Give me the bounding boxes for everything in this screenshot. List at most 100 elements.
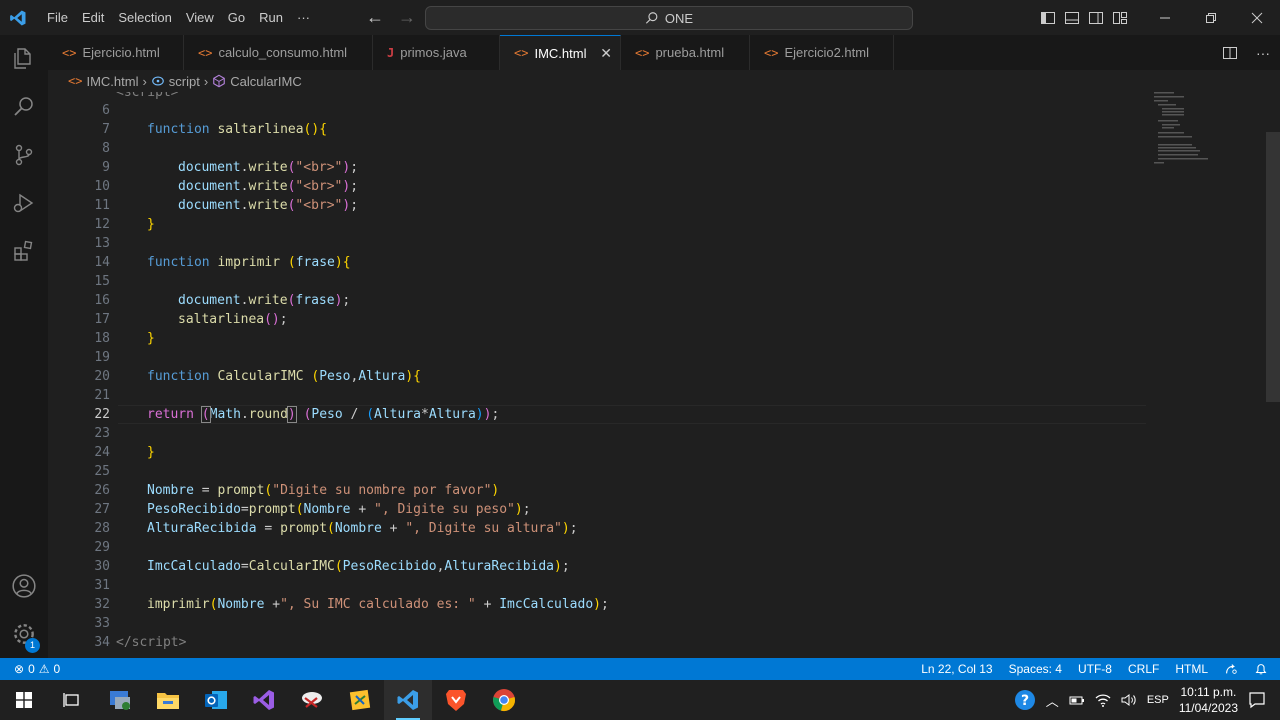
vertical-scrollbar[interactable] [1266, 132, 1280, 402]
encoding[interactable]: UTF-8 [1078, 662, 1112, 676]
tab-imc[interactable]: <> IMC.html ✕ [500, 35, 621, 70]
menu-file[interactable]: File [40, 0, 75, 35]
code-line-12: } [147, 217, 155, 232]
line-number: 7 [102, 122, 110, 137]
breadcrumb-function[interactable]: CalcularIMC [230, 74, 302, 89]
task-view-icon[interactable] [48, 680, 96, 720]
code-line-28: AlturaRecibida = prompt(Nombre + ", Digi… [147, 521, 578, 536]
line-number: 25 [94, 464, 110, 479]
menu-run[interactable]: Run [252, 0, 290, 35]
extensions-icon[interactable] [0, 227, 48, 275]
accounts-icon[interactable] [0, 562, 48, 610]
cursor-position[interactable]: Ln 22, Col 13 [921, 662, 992, 676]
warning-icon: ⚠ [38, 662, 50, 676]
code-line-16: document.write(frase); [178, 293, 351, 308]
tab-label: prueba.html [655, 45, 725, 60]
menu-view[interactable]: View [179, 0, 221, 35]
windows-start-icon[interactable] [0, 680, 48, 720]
outlook-icon[interactable] [192, 680, 240, 720]
java-file-icon: J [387, 45, 395, 60]
chrome-icon[interactable] [480, 680, 528, 720]
code-line-5: <script> [116, 92, 179, 100]
feedback-icon[interactable] [1224, 662, 1238, 676]
line-number: 22 [94, 407, 110, 422]
file-explorer-icon[interactable] [144, 680, 192, 720]
customize-layout-icon[interactable] [1112, 10, 1128, 26]
tab-label: IMC.html [534, 45, 587, 61]
command-center-search[interactable]: ONE [425, 6, 913, 30]
toggle-secondary-sidebar-icon[interactable] [1088, 10, 1104, 26]
minimap[interactable] [1146, 92, 1266, 658]
close-window-icon[interactable] [1234, 0, 1280, 35]
notification-center-icon[interactable] [1248, 691, 1266, 709]
notifications-bell-icon[interactable] [1254, 662, 1268, 676]
explorer-icon[interactable] [0, 35, 48, 83]
toggle-primary-sidebar-icon[interactable] [1040, 10, 1056, 26]
tab-ejercicio[interactable]: <> Ejercicio.html [48, 35, 184, 70]
run-and-debug-icon[interactable] [0, 179, 48, 227]
split-editor-icon[interactable] [1222, 45, 1238, 61]
input-language[interactable]: ESP [1147, 694, 1169, 706]
menu-more[interactable]: ··· [290, 0, 317, 35]
chevron-up-icon[interactable]: ︿ [1046, 691, 1059, 710]
sticky-tool-icon[interactable] [336, 680, 384, 720]
error-count: 0 [28, 662, 35, 676]
clock-date: 11/04/2023 [1178, 701, 1238, 715]
line-number: 17 [94, 312, 110, 327]
html-file-icon: <> [68, 74, 83, 88]
visual-studio-icon[interactable] [240, 680, 288, 720]
brave-browser-icon[interactable] [432, 680, 480, 720]
symbol-method-icon [213, 74, 226, 88]
line-number: 11 [94, 198, 110, 213]
menu-go[interactable]: Go [221, 0, 252, 35]
tab-primos[interactable]: Jprimos.java [373, 35, 500, 70]
code-line-7: function saltarlinea(){ [147, 122, 328, 137]
snipping-tool-icon[interactable] [288, 680, 336, 720]
code-line-34: </script> [116, 635, 187, 650]
more-actions-icon[interactable]: ··· [1256, 45, 1270, 61]
svg-text:?: ? [1021, 693, 1029, 709]
breadcrumb-script[interactable]: script [169, 74, 200, 89]
indentation[interactable]: Spaces: 4 [1009, 662, 1062, 676]
manage-gear-icon[interactable]: 1 [0, 610, 48, 658]
menu-bar: File Edit Selection View Go Run ··· [40, 0, 317, 35]
code-editor[interactable]: 6 7 8 9 10 11 12 13 14 15 16 17 18 19 20 21 22 23 24 25 26 27… [48, 92, 1280, 658]
line-number: 31 [94, 578, 110, 593]
activity-bar: 1 [0, 35, 48, 658]
language-mode[interactable]: HTML [1175, 662, 1208, 676]
toggle-panel-icon[interactable] [1064, 10, 1080, 26]
close-tab-icon[interactable]: ✕ [600, 45, 612, 62]
wifi-icon[interactable] [1095, 693, 1111, 707]
breadcrumb-file[interactable]: IMC.html [86, 74, 138, 89]
tab-ejercicio2[interactable]: <> Ejercicio2.html [750, 35, 894, 70]
end-of-line[interactable]: CRLF [1128, 662, 1159, 676]
remote-desktop-icon[interactable] [96, 680, 144, 720]
system-tray: ? ︿ ESP 10:11 p.m. 11/04/2023 [1014, 680, 1280, 720]
breadcrumb: <> IMC.html › script › CalcularIMC [48, 70, 1280, 92]
help-icon[interactable]: ? [1014, 689, 1036, 711]
chevron-right-icon: › [142, 73, 147, 89]
search-icon[interactable] [0, 83, 48, 131]
line-number: 26 [94, 483, 110, 498]
menu-selection[interactable]: Selection [111, 0, 178, 35]
line-number: 19 [94, 350, 110, 365]
tab-prueba[interactable]: <> prueba.html [621, 35, 750, 70]
problems-indicator[interactable]: ⊗ 0 ⚠ 0 [0, 662, 60, 676]
volume-icon[interactable] [1121, 693, 1137, 707]
source-control-icon[interactable] [0, 131, 48, 179]
code-line-20: function CalcularIMC (Peso,Altura){ [147, 369, 421, 384]
line-number: 32 [94, 597, 110, 612]
code-line-26: Nombre = prompt("Digite su nombre por fa… [147, 483, 500, 498]
tab-calculo-consumo[interactable]: <> calculo_consumo.html [184, 35, 373, 70]
back-arrow-icon[interactable]: ← [366, 7, 384, 28]
clock[interactable]: 10:11 p.m. 11/04/2023 [1179, 684, 1238, 716]
battery-icon[interactable] [1069, 694, 1085, 706]
html-file-icon: <> [635, 45, 650, 60]
search-icon [645, 12, 658, 24]
vscode-taskbar-icon[interactable] [384, 680, 432, 720]
restore-icon[interactable] [1188, 0, 1234, 35]
minimize-icon[interactable] [1142, 0, 1188, 35]
menu-edit[interactable]: Edit [75, 0, 111, 35]
line-number: 34 [94, 635, 110, 650]
forward-arrow-icon[interactable]: → [398, 7, 416, 28]
